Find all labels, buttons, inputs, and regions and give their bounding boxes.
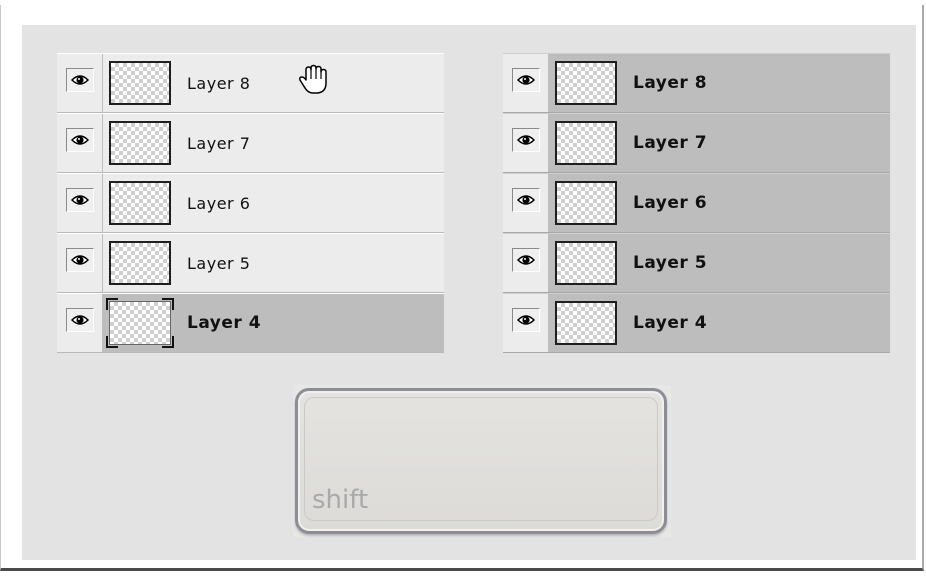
eye-icon	[516, 75, 535, 85]
layer-content: Layer 6	[103, 174, 444, 232]
layer-row[interactable]: Layer 8	[57, 53, 444, 113]
shift-key: shift	[295, 388, 667, 534]
visibility-toggle[interactable]	[65, 308, 94, 332]
layer-row-selected[interactable]: Layer 6	[503, 173, 890, 233]
visibility-column	[57, 294, 103, 352]
layer-row[interactable]: Layer 7	[57, 113, 444, 173]
visibility-column	[57, 174, 103, 232]
visibility-column	[503, 174, 549, 232]
eye-icon	[70, 195, 89, 205]
visibility-column	[57, 234, 103, 292]
visibility-column	[57, 114, 103, 172]
layer-thumbnail	[555, 181, 617, 225]
eye-icon	[516, 135, 535, 145]
selection-corner	[162, 298, 174, 310]
shift-key-label: shift	[312, 485, 369, 515]
visibility-toggle[interactable]	[65, 248, 94, 272]
layer-name: Layer 4	[633, 313, 708, 333]
layer-thumbnail	[109, 121, 171, 165]
layer-content: Layer 4	[549, 294, 890, 352]
layer-content: Layer 4	[103, 294, 444, 352]
layer-content: Layer 8	[103, 54, 444, 112]
visibility-toggle[interactable]	[511, 128, 540, 152]
layer-thumbnail	[109, 181, 171, 225]
layer-name: Layer 7	[633, 133, 708, 153]
layer-thumbnail	[109, 61, 171, 105]
layer-thumbnail-active	[106, 298, 174, 348]
layer-content: Layer 7	[103, 114, 444, 172]
visibility-column	[503, 114, 549, 172]
layer-name: Layer 8	[633, 73, 708, 93]
shift-key-photo: shift	[293, 385, 671, 537]
layer-thumbnail	[555, 61, 617, 105]
visibility-toggle[interactable]	[65, 128, 94, 152]
selection-corner	[162, 336, 174, 348]
eye-icon	[70, 315, 89, 325]
selection-corner	[106, 298, 118, 310]
layer-row-selected[interactable]: Layer 7	[503, 113, 890, 173]
layer-thumbnail	[555, 241, 617, 285]
layer-name: Layer 4	[187, 313, 262, 333]
layer-thumbnail	[109, 241, 171, 285]
visibility-column	[503, 294, 549, 352]
eye-icon	[70, 75, 89, 85]
layer-row[interactable]: Layer 5	[57, 233, 444, 293]
visibility-toggle[interactable]	[511, 188, 540, 212]
eye-icon	[516, 315, 535, 325]
layer-name: Layer 6	[633, 193, 708, 213]
eye-icon	[516, 195, 535, 205]
layer-name: Layer 5	[633, 253, 708, 273]
visibility-column	[503, 234, 549, 292]
layer-row[interactable]: Layer 6	[57, 173, 444, 233]
illustration-canvas: Layer 8 Layer 7 Layer 6 Layer 5 Layer 4 …	[22, 25, 916, 560]
layer-row-selected[interactable]: Layer 4	[503, 293, 890, 353]
layer-name: Layer 6	[187, 193, 251, 213]
layer-content: Layer 5	[103, 234, 444, 292]
layer-content: Layer 8	[549, 54, 890, 112]
layer-content: Layer 7	[549, 114, 890, 172]
layer-thumbnail	[555, 301, 617, 345]
selection-corner	[106, 336, 118, 348]
layer-content: Layer 6	[549, 174, 890, 232]
eye-icon	[70, 255, 89, 265]
visibility-toggle[interactable]	[511, 68, 540, 92]
eye-icon	[516, 255, 535, 265]
visibility-column	[503, 54, 549, 112]
layer-name: Layer 5	[187, 253, 251, 273]
layer-row-selected[interactable]: Layer 4	[57, 293, 444, 353]
layer-content: Layer 5	[549, 234, 890, 292]
hand-cursor-icon	[299, 64, 327, 94]
eye-icon	[70, 135, 89, 145]
visibility-column	[57, 54, 103, 112]
layer-row-selected[interactable]: Layer 5	[503, 233, 890, 293]
visibility-toggle[interactable]	[511, 308, 540, 332]
layers-panel-before: Layer 8 Layer 7 Layer 6 Layer 5 Layer 4	[57, 53, 444, 353]
layer-row-selected[interactable]: Layer 8	[503, 53, 890, 113]
layer-name: Layer 7	[187, 133, 251, 153]
visibility-toggle[interactable]	[65, 68, 94, 92]
screenshot-frame: Layer 8 Layer 7 Layer 6 Layer 5 Layer 4 …	[0, 5, 924, 571]
visibility-toggle[interactable]	[65, 188, 94, 212]
layers-panel-after: Layer 8 Layer 7 Layer 6 Layer 5 Layer 4	[503, 53, 890, 353]
visibility-toggle[interactable]	[511, 248, 540, 272]
layer-thumbnail	[555, 121, 617, 165]
layer-name: Layer 8	[187, 73, 251, 93]
